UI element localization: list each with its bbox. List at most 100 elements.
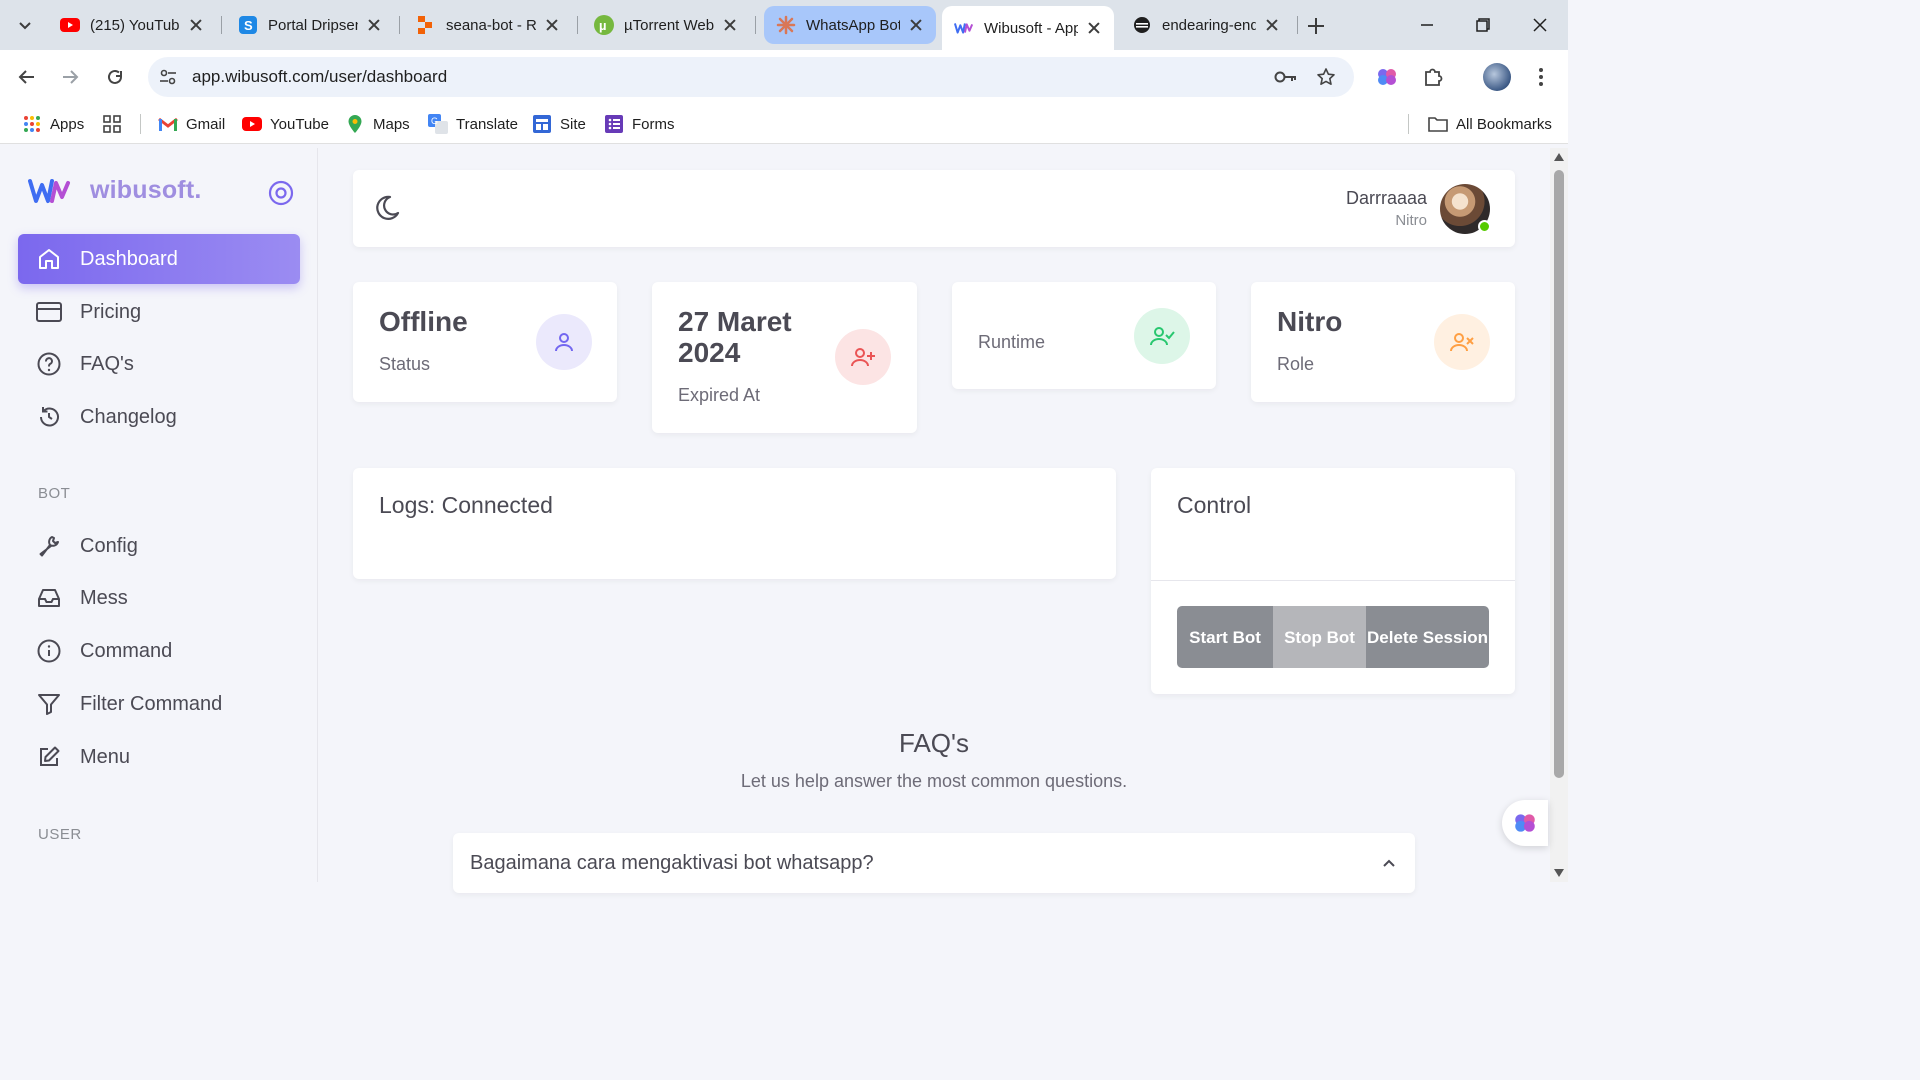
scroll-thumb[interactable] [1554,170,1564,778]
user-plus-icon [835,329,891,385]
sidebar-item-config[interactable]: Config [18,521,300,571]
bookmark-gmail[interactable]: Gmail [158,112,225,136]
brand-logo[interactable]: wibusoft. [28,176,202,205]
faq-subtitle: Let us help answer the most common quest… [740,771,1128,791]
bookmark-site[interactable]: Site [532,112,586,136]
close-icon[interactable] [544,17,560,33]
section-bot-heading: BOT [38,485,71,502]
page-scrollbar[interactable] [1550,148,1568,882]
bookmark-star-icon[interactable] [1314,65,1338,89]
sidebar-item-mess[interactable]: Mess [18,573,300,623]
all-bookmarks-button[interactable]: All Bookmarks [1428,112,1552,136]
sidebar-item-label: FAQ's [80,352,134,375]
logs-title: Logs: Connected [379,492,553,518]
bookmark-tab-groups[interactable] [102,112,130,136]
bookmark-separator [1408,114,1409,134]
faq-accordion-item[interactable]: Bagaimana cara mengaktivasi bot whatsapp… [453,833,1415,893]
profile-avatar[interactable] [1483,63,1511,91]
url-text[interactable]: app.wibusoft.com/user/dashboard [192,67,447,87]
tab-search-button[interactable] [10,10,40,40]
close-icon [1533,18,1547,32]
close-icon[interactable] [1264,17,1280,33]
faq-heading: FAQ's [899,728,969,758]
stat-card-runtime: Runtime [952,282,1216,389]
floating-assistant-button[interactable] [1502,800,1548,846]
minimize-button[interactable] [1407,10,1447,40]
edit-icon [36,744,62,770]
sidebar: wibusoft. Dashboard Pricing FAQ's Change… [0,148,318,882]
tab-utorrent[interactable]: µ µTorrent Web [582,6,756,44]
bookmark-forms[interactable]: Forms [604,112,675,136]
bookmark-apps[interactable]: Apps [22,112,84,136]
sidebar-item-faqs[interactable]: FAQ's [18,339,300,389]
close-icon[interactable] [722,17,738,33]
password-key-icon[interactable] [1274,65,1298,89]
close-icon[interactable] [366,17,382,33]
bookmark-youtube[interactable]: YouTube [242,112,329,136]
tab-title: µTorrent Web [624,16,714,34]
home-icon [36,246,62,272]
dark-mode-toggle[interactable] [371,194,401,224]
tab-whatsapp-bot[interactable]: WhatsApp Bot [764,6,936,44]
bookmarks-bar: Apps Gmail YouTube Maps G Translate Site… [0,104,1568,144]
logs-card: Logs: Connected [353,468,1116,579]
tab-title: WhatsApp Bot [806,16,900,34]
browser-menu-button[interactable] [1528,64,1554,90]
address-bar[interactable]: app.wibusoft.com/user/dashboard [148,57,1354,97]
moon-icon [376,195,400,220]
replit-icon [416,15,436,35]
scroll-down-icon[interactable] [1554,869,1564,877]
youtube-icon [60,15,80,35]
sidebar-item-pricing[interactable]: Pricing [18,287,300,337]
stat-value: Offline [379,306,468,337]
sidebar-item-label: Menu [80,745,131,768]
close-icon[interactable] [188,17,204,33]
new-tab-button[interactable] [1302,12,1330,40]
tab-dripsender[interactable]: S Portal Dripsender [226,6,400,44]
railway-icon [1132,15,1152,35]
tab-youtube[interactable]: (215) YouTube [48,6,222,44]
sidebar-item-dashboard[interactable]: Dashboard [18,234,300,284]
bookmark-label: Apps [50,115,85,133]
scroll-up-icon[interactable] [1554,153,1564,161]
restore-button[interactable] [1463,10,1503,40]
start-bot-button[interactable]: Start Bot [1177,606,1273,668]
user-x-icon [1434,314,1490,370]
tab-railway[interactable]: endearing-endeavor [1120,6,1298,44]
sidebar-item-changelog[interactable]: Changelog [18,392,300,442]
sidebar-item-command[interactable]: Command [18,626,300,676]
close-icon[interactable] [908,17,924,33]
tab-wibusoft[interactable]: Wibusoft - App [942,6,1114,50]
reload-icon [108,69,122,84]
tab-groups-icon [102,114,122,134]
site-settings-icon[interactable] [156,65,180,89]
top-navbar: Darrraaaa Nitro [353,170,1515,247]
close-icon[interactable] [1086,20,1102,36]
browser-toolbar: app.wibusoft.com/user/dashboard [0,50,1568,104]
window-close-button[interactable] [1520,10,1560,40]
reload-button[interactable] [100,62,130,92]
control-button-group: Start Bot Stop Bot Delete Session [1177,606,1489,668]
delete-session-button[interactable]: Delete Session [1366,606,1489,668]
stat-card-role: Nitro Role [1251,282,1515,402]
bookmark-maps[interactable]: Maps [345,112,410,136]
sidebar-item-filter-command[interactable]: Filter Command [18,679,300,729]
sidebar-item-menu[interactable]: Menu [18,732,300,782]
sidebar-item-label: Command [80,639,173,662]
back-button[interactable] [12,62,42,92]
bookmark-label: Translate [456,115,518,133]
credit-card-icon [36,299,62,325]
brain-extension-icon[interactable] [1374,64,1400,90]
extensions-puzzle-icon[interactable] [1420,64,1446,90]
arrow-right-icon [63,70,79,84]
chevron-up-icon[interactable] [1381,855,1397,871]
sidebar-toggle-button[interactable] [268,180,294,206]
stat-value: 27 Maret 2024 [678,306,792,368]
section-user-heading: USER [38,826,82,843]
bookmark-translate[interactable]: G Translate [428,112,518,136]
forward-button[interactable] [55,62,85,92]
wibusoft-logo-icon [28,178,70,203]
bookmark-separator [140,114,141,134]
stop-bot-button[interactable]: Stop Bot [1273,606,1366,668]
tab-replit[interactable]: seana-bot - Replit [404,6,578,44]
